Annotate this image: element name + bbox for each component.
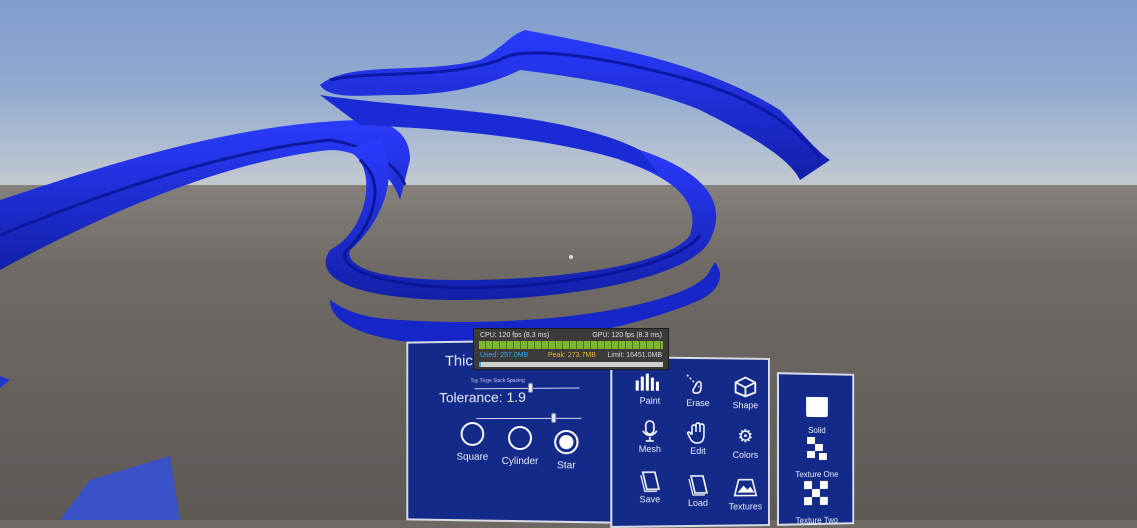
tool-mesh-label: Mesh [638,444,661,455]
ribbon-loop [325,140,717,300]
texture-solid-label: Solid [808,425,826,436]
gear-icon: ⚙ [737,426,754,446]
tool-colors-label: Colors [732,449,759,460]
microphone-icon [625,419,675,441]
tool-edit[interactable]: Edit [673,421,723,456]
tool-load-label: Load [687,497,708,509]
checker-large-icon [804,480,828,506]
shape-option-star[interactable]: Star [536,429,597,472]
memory-usage-fill [479,362,481,367]
texture-panel: Solid Texture One Texture Two [776,372,855,526]
memory-usage-bar [479,362,663,367]
tool-shape[interactable]: Shape [721,375,770,410]
tool-textures[interactable]: Textures [721,477,770,512]
texture-solid[interactable]: Solid [779,394,854,435]
cpu-stat: CPU: 120 fps (8.3 ms) [480,332,550,339]
tools-panel: Paint Erase Shape Mesh Edit ⚙ Colors Sav… [610,356,770,528]
hand-icon [673,421,723,443]
texture-icon [721,477,770,499]
frame-time-graph [479,341,663,349]
tool-erase[interactable]: Erase [673,373,723,408]
radio-square[interactable] [460,422,485,446]
ribbon-bottom-fragment [60,456,180,520]
shape-star-label: Star [557,460,576,472]
performance-profiler: CPU: 120 fps (8.3 ms) GPU: 120 fps (8.3 … [473,328,669,370]
tool-save[interactable]: Save [625,469,675,505]
tolerance-slider-thumb[interactable] [551,412,557,423]
texture-one-label: Texture One [795,469,839,480]
memory-used: Used: 257.0MB [480,352,529,359]
memory-limit: Limit: 16451.0MB [607,352,662,359]
tool-edit-label: Edit [690,445,706,457]
controller-reticle [569,255,573,259]
thickness-slider-thumb[interactable] [527,382,534,393]
tolerance-slider-track[interactable] [476,417,582,420]
cube-icon [721,375,770,397]
tool-colors[interactable]: ⚙ Colors [721,425,770,460]
texture-two-label: Texture Two [795,515,839,526]
texture-one[interactable]: Texture One [779,436,854,480]
gpu-stat: GPU: 120 fps (8.3 ms) [592,332,662,339]
texture-two[interactable]: Texture Two [779,480,854,526]
tool-shape-label: Shape [732,400,759,411]
tool-textures-label: Textures [728,501,763,512]
radio-cylinder[interactable] [508,425,532,451]
memory-peak: Peak: 273.7MB [548,352,596,359]
solid-square-icon [806,396,828,418]
checker-small-icon [807,436,827,460]
ribbon-left-sliver [0,376,10,388]
paint-icon [625,370,675,393]
load-icon [673,473,723,495]
tool-erase-label: Erase [686,397,710,409]
thickness-slider-label: Top Tinge Slack Spacing [470,377,525,385]
tool-paint[interactable]: Paint [625,370,675,406]
tool-load[interactable]: Load [673,473,723,508]
tool-save-label: Save [639,494,661,505]
tolerance-label: Tolerance: 1.9 [439,388,526,406]
tool-mesh[interactable]: Mesh [625,419,675,454]
radio-star[interactable] [554,429,579,455]
tool-paint-label: Paint [639,395,661,406]
save-icon [625,469,675,491]
erase-icon [673,373,723,395]
